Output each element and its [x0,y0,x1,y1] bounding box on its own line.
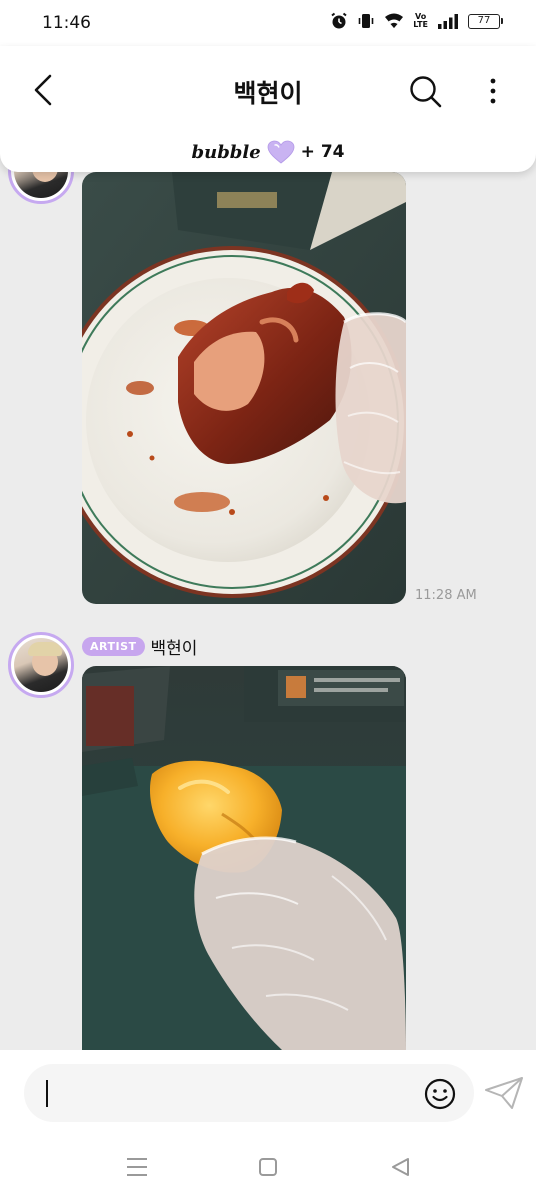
wifi-icon [385,13,404,28]
battery-icon: 77 [468,13,503,29]
heart-icon [267,140,295,164]
message-time: 11:28 AM [415,588,477,603]
message-input[interactable] [24,1064,474,1122]
message-input-bar [0,1050,536,1134]
status-icons: Vo LTE 77 [330,12,503,30]
home-button[interactable] [255,1154,281,1180]
message-photo[interactable] [82,666,406,1050]
bubble-count: + 74 [300,142,345,162]
send-icon [485,1077,523,1109]
system-nav-bar [0,1134,536,1200]
back-nav-button[interactable] [388,1154,414,1180]
send-button[interactable] [484,1076,524,1110]
volte-icon: Vo LTE [413,12,428,29]
sender-row: ARTIST 백현이 [82,634,197,659]
chicken-photo [82,172,406,604]
recent-apps-button[interactable] [124,1154,150,1180]
search-icon [410,76,442,108]
text-caret [46,1080,48,1107]
chat-header: 백현이 bubble + 74 [0,46,536,172]
bubble-subscription-row[interactable]: bubble + 74 [0,140,536,164]
emoji-icon [424,1078,456,1110]
dumpling-photo [82,666,406,1050]
signal-icon [438,14,458,29]
search-button[interactable] [406,72,446,112]
status-time: 11:46 [42,13,91,33]
alarm-icon [331,12,347,29]
chat-title: 백현이 [233,79,303,108]
bubble-logo: bubble [191,141,261,163]
vibrate-icon [358,14,374,28]
more-vertical-icon [490,78,496,104]
more-options-button[interactable] [476,72,510,112]
avatar[interactable] [8,632,74,698]
emoji-button[interactable] [422,1076,458,1112]
home-icon [259,1158,277,1176]
status-bar: 11:46 Vo LTE 77 [0,0,536,46]
message-photo[interactable] [82,172,406,604]
sender-name: 백현이 [150,639,198,659]
back-triangle-icon [392,1158,409,1176]
avatar-photo [14,638,68,692]
artist-badge: ARTIST [82,637,145,656]
recent-apps-icon [127,1158,147,1176]
